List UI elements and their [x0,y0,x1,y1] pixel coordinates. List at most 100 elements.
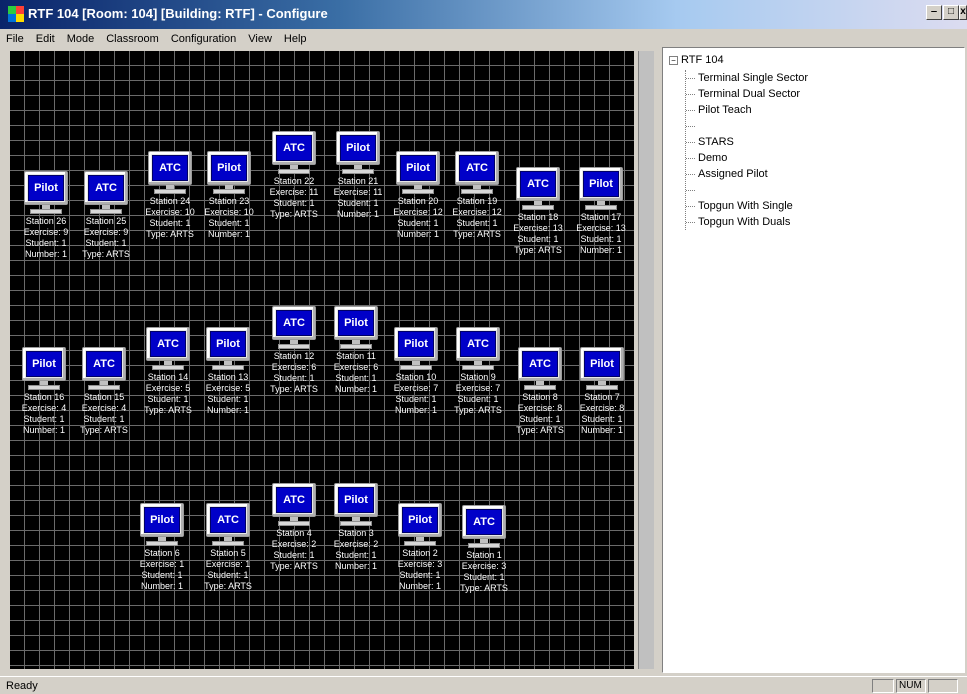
station-detail: Type: ARTS [204,581,252,591]
station-10[interactable]: Pilot Station 10 Exercise: 7 Student: 1 Num… [386,327,446,416]
station-18[interactable]: ATC Station 18 Exercise: 13 Student: 1 Type… [508,167,568,256]
station-21[interactable]: Pilot Station 21 Exercise: 11 Student: 1 Nu… [328,131,388,220]
station-9[interactable]: ATC Station 9 Exercise: 7 Student: 1 Type: … [448,327,508,416]
station-26[interactable]: Pilot Station 26 Exercise: 9 Student: 1 Num… [16,171,76,260]
station-type-label: Pilot [26,351,62,377]
station-exercise: Exercise: 7 [393,383,439,393]
station-12[interactable]: ATC Station 12 Exercise: 6 Student: 1 Type:… [264,306,324,395]
window-title: RTF 104 [Room: 104] [Building: RTF] - Co… [28,6,328,21]
station-type-label: Pilot [584,351,620,377]
configuration-tree: − RTF 104 Terminal Single Sector Terminal… [662,47,965,673]
app-logo-icon [8,6,24,22]
station-13[interactable]: Pilot Station 13 Exercise: 5 Student: 1 Num… [198,327,258,416]
tree-item-pilot-teach[interactable]: Pilot Teach [686,102,808,118]
station-student: Student: 1 [207,570,249,580]
station-4[interactable]: ATC Station 4 Exercise: 2 Student: 1 Type: … [264,483,324,572]
station-14[interactable]: ATC Station 14 Exercise: 5 Student: 1 Type:… [138,327,198,416]
station-name: Station 20 [397,196,439,206]
monitor-icon: Pilot [580,347,624,391]
station-name: Station 4 [276,528,312,538]
station-type-label: Pilot [398,331,434,357]
station-student: Student: 1 [457,394,499,404]
minimize-icon: ‒ [931,6,937,17]
status-pane-blank [928,679,958,693]
station-22[interactable]: ATC Station 22 Exercise: 11 Student: 1 Type… [264,131,324,220]
station-detail: Number: 1 [398,581,442,591]
station-15[interactable]: ATC Station 15 Exercise: 4 Student: 1 Type:… [74,347,134,436]
station-detail: Type: ARTS [270,561,318,571]
station-name: Station 26 [25,216,67,226]
canvas-vertical-scrollbar[interactable] [638,51,654,669]
tree-item-blank-2[interactable] [686,182,808,198]
station-exercise: Exercise: 11 [333,187,383,197]
tree-item-assigned-pilot[interactable]: Assigned Pilot [686,166,808,182]
station-type-label: ATC [86,351,122,377]
menu-edit[interactable]: Edit [30,31,61,45]
station-exercise: Exercise: 4 [21,403,67,413]
station-17[interactable]: Pilot Station 17 Exercise: 13 Student: 1 Nu… [571,167,631,256]
station-detail: Number: 1 [394,405,438,415]
classroom-layout-canvas[interactable]: Pilot Station 26 Exercise: 9 Student: 1 Num… [10,51,634,669]
tree-item-demo[interactable]: Demo [686,150,808,166]
station-detail: Type: ARTS [270,384,318,394]
monitor-icon: ATC [272,306,316,350]
station-exercise: Exercise: 11 [269,187,319,197]
menu-file[interactable]: File [0,31,30,45]
station-6[interactable]: Pilot Station 6 Exercise: 1 Student: 1 Numb… [132,503,192,592]
tree-item-blank-1[interactable] [686,118,808,134]
station-5[interactable]: ATC Station 5 Exercise: 1 Student: 1 Type: … [198,503,258,592]
station-exercise: Exercise: 9 [23,227,69,237]
station-exercise: Exercise: 5 [145,383,191,393]
maximize-button[interactable]: □ [943,5,959,20]
station-2[interactable]: Pilot Station 2 Exercise: 3 Student: 1 Numb… [390,503,450,592]
station-7[interactable]: Pilot Station 7 Exercise: 8 Student: 1 Numb… [572,347,632,436]
station-student: Student: 1 [397,218,439,228]
station-name: Station 25 [85,216,127,226]
monitor-icon: Pilot [207,151,251,195]
menu-help[interactable]: Help [278,31,313,45]
station-exercise: Exercise: 9 [83,227,129,237]
tree-item-topgun-with-single[interactable]: Topgun With Single [686,198,808,214]
menu-view[interactable]: View [242,31,278,45]
tree-item-terminal-dual-sector[interactable]: Terminal Dual Sector [686,86,808,102]
monitor-icon: Pilot [206,327,250,371]
station-24[interactable]: ATC Station 24 Exercise: 10 Student: 1 Type… [140,151,200,240]
station-name: Station 5 [210,548,246,558]
monitor-icon: ATC [456,327,500,371]
close-icon: x [960,6,966,17]
station-student: Student: 1 [456,218,498,228]
station-type-label: Pilot [340,135,376,161]
menu-classroom[interactable]: Classroom [100,31,165,45]
station-25[interactable]: ATC Station 25 Exercise: 9 Student: 1 Type:… [76,171,136,260]
station-23[interactable]: Pilot Station 23 Exercise: 10 Student: 1 Nu… [199,151,259,240]
close-button[interactable]: x [959,5,967,20]
station-20[interactable]: Pilot Station 20 Exercise: 12 Student: 1 Nu… [388,151,448,240]
tree-root[interactable]: − RTF 104 [669,54,724,66]
station-name: Station 6 [144,548,180,558]
station-1[interactable]: ATC Station 1 Exercise: 3 Student: 1 Type: … [454,505,514,594]
monitor-icon: Pilot [398,503,442,547]
tree-item-topgun-with-duals[interactable]: Topgun With Duals [686,214,808,230]
station-exercise: Exercise: 2 [271,539,317,549]
monitor-icon: ATC [272,131,316,175]
tree-item-terminal-single-sector[interactable]: Terminal Single Sector [686,70,808,86]
station-detail: Number: 1 [580,425,624,435]
monitor-icon: Pilot [22,347,66,391]
station-16[interactable]: Pilot Station 16 Exercise: 4 Student: 1 Num… [14,347,74,436]
collapse-icon[interactable]: − [669,56,678,65]
station-19[interactable]: ATC Station 19 Exercise: 12 Student: 1 Type… [447,151,507,240]
station-detail: Number: 1 [336,209,380,219]
station-11[interactable]: Pilot Station 11 Exercise: 6 Student: 1 Num… [326,306,386,395]
station-exercise: Exercise: 13 [576,223,626,233]
menu-configuration[interactable]: Configuration [165,31,242,45]
station-8[interactable]: ATC Station 8 Exercise: 8 Student: 1 Type: … [510,347,570,436]
station-name: Station 17 [580,212,622,222]
minimize-button[interactable]: ‒ [926,5,942,20]
title-bar[interactable]: RTF 104 [Room: 104] [Building: RTF] - Co… [0,0,967,29]
station-detail: Number: 1 [334,384,378,394]
station-3[interactable]: Pilot Station 3 Exercise: 2 Student: 1 Numb… [326,483,386,572]
tree-item-stars[interactable]: STARS [686,134,808,150]
monitor-icon: ATC [206,503,250,547]
station-student: Student: 1 [581,414,623,424]
menu-mode[interactable]: Mode [61,31,101,45]
